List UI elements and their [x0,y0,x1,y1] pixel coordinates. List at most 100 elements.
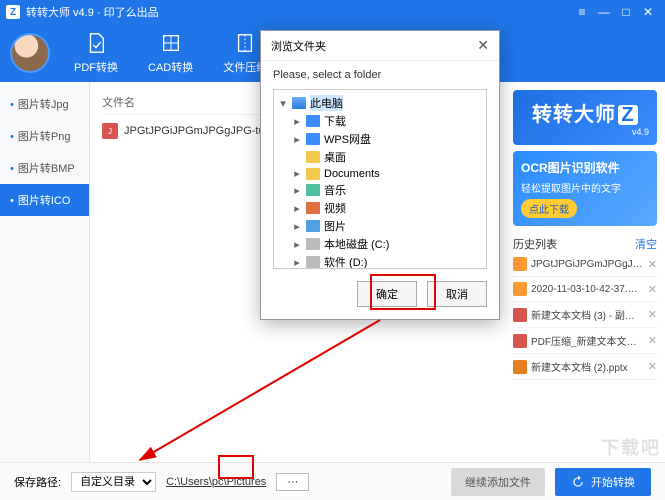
refresh-icon [571,475,585,489]
history-item[interactable]: 2020-11-03-10-42-37.CUT.00… ✕ [513,277,657,302]
tree-node[interactable]: ▸ 视频 [278,199,482,217]
history-item[interactable]: 新建文本文档 (3) - 副本-002-00… ✕ [513,302,657,328]
tree-node-label: WPS网盘 [324,131,371,147]
cad-icon [159,31,183,55]
history-item-name: JPGtJPGiJPGmJPGgJPG_1(1).jpg [531,259,644,270]
blue-icon [306,133,320,145]
tree-twisty-icon[interactable]: ▸ [292,202,302,215]
tree-twisty-icon[interactable]: ▸ [292,220,302,233]
tree-node[interactable]: ▸ 音乐 [278,181,482,199]
history-item-remove[interactable]: ✕ [648,258,657,271]
tree-twisty-icon[interactable]: ▾ [278,97,288,110]
history-item[interactable]: JPGtJPGiJPGmJPGgJPG_1(1).jpg ✕ [513,252,657,277]
history-item[interactable]: PDF压缩_新建文本文档 (3) - 副… ✕ [513,328,657,354]
app-title: 转转大师 v4.9 · 印了么出品 [26,4,159,20]
tool-cad-convert[interactable]: CAD转换 [142,29,199,77]
folder-tree[interactable]: ▾ 此电脑 ▸ 下载 ▸ WPS网盘桌面 ▸ Documents ▸ 音乐 ▸ 视频 ▸ 图片 ▸ 本地磁盘 … [273,89,487,269]
tree-node-label: 桌面 [324,149,346,165]
add-files-button[interactable]: 继续添加文件 [451,468,545,496]
history-header: 历史列表 [513,236,557,252]
pdf-icon [84,31,108,55]
tree-node-label: Documents [324,168,380,180]
start-convert-button[interactable]: 开始转换 [555,468,651,496]
tree-node-label: 下载 [324,113,346,129]
file-type-icon [513,334,527,348]
sidebar: 图片转Jpg 图片转Png 图片转BMP 图片转ICO [0,82,90,462]
dialog-cancel-button[interactable]: 取消 [427,281,487,307]
minimize-button[interactable]: — [593,5,615,19]
video-icon [306,202,320,214]
file-type-icon [513,257,527,271]
tree-node-label: 图片 [324,218,346,234]
jpg-file-icon: J [102,123,118,139]
sidebar-item-png[interactable]: 图片转Png [0,120,89,152]
tree-node[interactable]: ▸ 图片 [278,217,482,235]
tree-twisty-icon[interactable]: ▸ [292,256,302,269]
history-item-name: 新建文本文档 (2).pptx [531,359,644,374]
tool-label: PDF转换 [74,59,118,75]
folder-browse-dialog: 浏览文件夹 ✕ Please, select a folder ▾此电脑▸下载▸… [260,30,500,320]
sidebar-item-ico[interactable]: 图片转ICO [0,184,89,216]
bottom-bar: 保存路径: 自定义目录 C:\Users\pc\Pictures ··· 继续添… [0,462,665,500]
folder-icon [306,168,320,180]
history-item-name: 新建文本文档 (3) - 副本-002-00… [531,307,644,322]
history-item-remove[interactable]: ✕ [648,308,657,321]
titlebar: Z 转转大师 v4.9 · 印了么出品 ≡ — □ ✕ [0,0,665,24]
tree-twisty-icon[interactable]: ▸ [292,133,302,146]
music-icon [306,184,320,196]
save-path-link[interactable]: C:\Users\pc\Pictures [166,476,266,488]
close-button[interactable]: ✕ [637,5,659,19]
tree-twisty-icon[interactable]: ▸ [292,184,302,197]
tree-twisty-icon[interactable]: ▸ [292,115,302,128]
drive-icon [306,256,320,268]
tree-twisty-icon[interactable]: ▸ [292,238,302,251]
tree-node[interactable]: ▸ 下载 [278,112,482,130]
history-item-name: PDF压缩_新建文本文档 (3) - 副… [531,333,644,348]
watermark: 下载吧 [601,434,661,460]
file-type-icon [513,308,527,322]
tree-node[interactable]: ▸ 本地磁盘 (C:) [278,235,482,253]
history-item[interactable]: 新建文本文档 (2).pptx ✕ [513,354,657,380]
settings-icon[interactable]: ≡ [571,5,593,19]
sidebar-item-jpg[interactable]: 图片转Jpg [0,88,89,120]
tree-node[interactable]: 桌面 [278,148,482,166]
save-mode-select[interactable]: 自定义目录 [71,472,156,492]
tree-node[interactable]: ▾ 此电脑 [278,94,482,112]
dialog-close-button[interactable]: ✕ [477,37,489,54]
tool-pdf-convert[interactable]: PDF转换 [68,29,124,77]
file-type-icon [513,360,527,374]
history-item-remove[interactable]: ✕ [648,283,657,296]
drive-icon [306,238,320,250]
dialog-prompt: Please, select a folder [261,61,499,89]
pic-icon [306,220,320,232]
tree-node-label: 本地磁盘 (C:) [324,236,389,252]
sidebar-item-bmp[interactable]: 图片转BMP [0,152,89,184]
brand-z-icon: Z [618,105,638,125]
history-item-remove[interactable]: ✕ [648,334,657,347]
pc-icon [292,97,306,109]
tree-node[interactable]: ▸软件 (D:) [278,253,482,269]
tree-node-label: 视频 [324,200,346,216]
user-avatar[interactable] [10,33,50,73]
folder-icon [306,151,320,163]
brand-card: 转转大师Z v4.9 [513,90,657,145]
tree-node[interactable]: ▸ Documents [278,166,482,181]
dialog-title: 浏览文件夹 [271,38,326,54]
dialog-ok-button[interactable]: 确定 [357,281,417,307]
file-type-icon [513,282,527,296]
maximize-button[interactable]: □ [615,5,637,19]
tree-twisty-icon[interactable]: ▸ [292,167,302,180]
history-item-name: 2020-11-03-10-42-37.CUT.00… [531,284,644,295]
history-clear-button[interactable]: 清空 [635,236,657,252]
compress-icon [233,31,257,55]
brand-name: 转转大师 [532,104,616,126]
brand-version: v4.9 [521,127,649,137]
promo-download-button[interactable]: 点此下载 [521,199,577,218]
tree-node-label: 此电脑 [310,95,343,111]
history-item-remove[interactable]: ✕ [648,360,657,373]
tree-node-label: 音乐 [324,182,346,198]
app-logo-icon: Z [6,5,20,19]
tree-node[interactable]: ▸ WPS网盘 [278,130,482,148]
browse-path-button[interactable]: ··· [276,473,309,491]
promo-card[interactable]: OCR图片识别软件 轻松提取图片中的文字 点此下载 [513,151,657,226]
